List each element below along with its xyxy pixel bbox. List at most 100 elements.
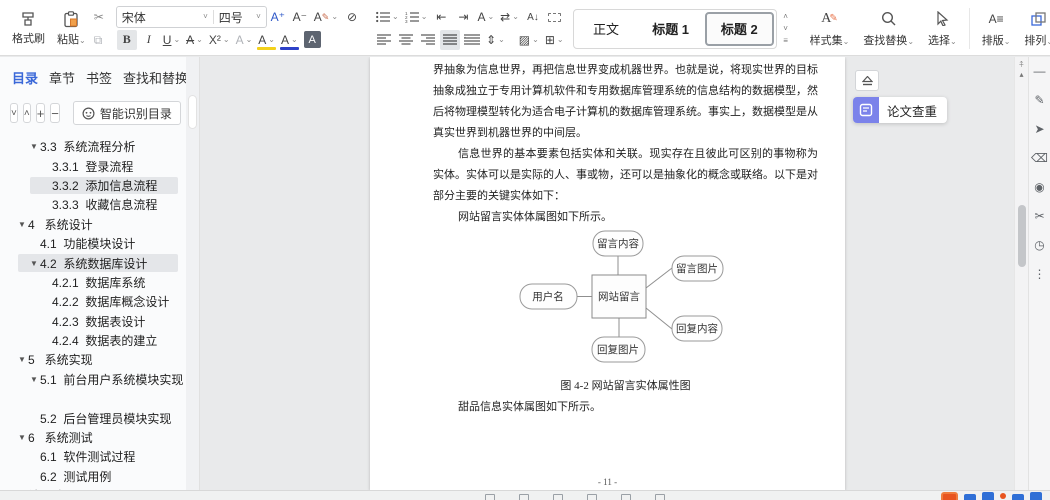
tree-expand-icon[interactable]: ▼ [28, 375, 40, 384]
scroll-to-top-icon[interactable]: ⍏ [1015, 60, 1028, 70]
more-vertical-icon[interactable]: ⋮ [1034, 268, 1046, 280]
sidebar-scrollbar[interactable] [186, 57, 199, 490]
typeset-button[interactable]: A≡ 排版⌄ [975, 4, 1018, 53]
screenshot-icon[interactable]: ✂ [1034, 210, 1044, 222]
tab-find-replace[interactable]: 查找和替换 [123, 68, 186, 87]
increase-indent-button[interactable]: ⇥ [453, 7, 473, 27]
style-normal[interactable]: 正文 [574, 10, 639, 48]
number-list-button[interactable]: 123 ⌄ [403, 7, 430, 27]
paste-button[interactable]: 粘贴⌄ [51, 4, 92, 53]
history-clock-icon[interactable]: ◷ [1034, 239, 1044, 251]
figure-caption[interactable]: 图 4-2 网站留言实体属性图 [433, 376, 818, 397]
outline-item[interactable]: ▼5.1 前台用户系统模块实现 [0, 370, 186, 389]
style-heading2-selected[interactable]: 标题 2 [705, 12, 774, 46]
align-justify-button[interactable] [440, 30, 460, 50]
italic-button[interactable]: I [139, 30, 159, 50]
distribute-button[interactable] [462, 30, 482, 50]
document-scrollbar[interactable]: ⍏ ▴ [1014, 57, 1028, 500]
clear-format-button[interactable]: ⊘ [342, 7, 362, 27]
tree-expand-icon[interactable]: ▼ [28, 142, 40, 151]
mark-button[interactable] [545, 7, 565, 27]
eraser-icon[interactable]: ⌫ [1031, 152, 1048, 164]
grow-font-button[interactable]: A⁺ [268, 7, 288, 27]
outline-item[interactable]: ▼3.3.1 登录流程 [0, 156, 186, 175]
char-shading-button[interactable]: A [302, 30, 323, 50]
line-spacing-button[interactable]: ⇕⌄ [484, 30, 507, 50]
entity-attribute-diagram[interactable]: 留言内容 用户名 留言图片 回复内容 回复图片 网站留言 [370, 228, 845, 374]
zoom-control-icon[interactable] [621, 494, 631, 500]
tree-expand-icon[interactable]: ▼ [16, 220, 28, 229]
pointer-icon[interactable]: ➤ [1034, 123, 1044, 135]
align-center-button[interactable] [396, 30, 416, 50]
tab-catalog[interactable]: 目录 [12, 68, 38, 87]
strikethrough-button[interactable]: A⌄ [184, 30, 205, 50]
gallery-up-button[interactable]: ˄ [779, 11, 793, 22]
tree-expand-icon[interactable]: ▼ [16, 355, 28, 364]
outline-item[interactable]: ▼4.2.4 数据表的建立 [0, 331, 186, 350]
doc-paragraph[interactable]: 界抽象为信息世界，再把信息世界变成机器世界。也就是说，将现实世界的目标抽象成独立… [433, 60, 818, 144]
find-replace-button[interactable]: 查找替换⌄ [856, 4, 921, 53]
web-view-icon[interactable] [587, 494, 597, 500]
outline-item[interactable]: ▼4.2 系统数据库设计 [0, 253, 186, 272]
ai-assistant-icon[interactable]: ◉ [1034, 181, 1044, 193]
scroll-top-icons[interactable]: ⍏ ▴ [1015, 60, 1028, 80]
doc-paragraph[interactable]: 甜品信息实体属图如下所示。 [433, 397, 818, 418]
outline-item[interactable]: ▼3.3 系统流程分析 [0, 137, 186, 156]
outline-item[interactable]: ▼4.2.2 数据库概念设计 [0, 292, 186, 311]
tab-bookmark[interactable]: 书签 [86, 68, 112, 87]
collapse-level-button[interactable]: − [50, 103, 60, 123]
char-effect-button[interactable]: A⌄ [234, 30, 255, 50]
outline-item[interactable]: ▼4.1 功能模块设计 [0, 234, 186, 253]
gallery-down-button[interactable]: ˅ [779, 23, 793, 34]
expand-level-button[interactable]: + [36, 103, 46, 123]
tree-expand-icon[interactable]: ▼ [16, 433, 28, 442]
copy-icon[interactable]: ⧉ [94, 33, 104, 47]
align-left-button[interactable] [374, 30, 394, 50]
bullet-list-button[interactable]: ⌄ [374, 7, 401, 27]
document-page[interactable]: 界抽象为信息世界，再把信息世界变成机器世界。也就是说，将现实世界的目标抽象成独立… [370, 57, 845, 490]
view-mode-icon[interactable] [485, 494, 495, 500]
outline-item[interactable]: ▼6.1 软件测试过程 [0, 447, 186, 466]
outline-item[interactable]: ▼4 系统设计 [0, 215, 186, 234]
convert-button[interactable]: ⇄⌄ [498, 7, 521, 27]
scroll-thumb[interactable] [1018, 205, 1026, 267]
outline-item[interactable]: ▼6 系统测试 [0, 428, 186, 447]
doc-paragraph[interactable]: 网站留言实体体属图如下所示。 [433, 207, 818, 228]
collapse-all-button[interactable]: ˅ [10, 103, 18, 123]
align-right-button[interactable] [418, 30, 438, 50]
outline-view-icon[interactable] [553, 494, 563, 500]
style-set-button[interactable]: A✎ 样式集⌄ [803, 4, 857, 53]
scroll-up-icon[interactable]: ▴ [1015, 70, 1028, 80]
format-painter-button[interactable]: 格式刷 [6, 4, 51, 53]
sort-button[interactable]: A↓ [523, 7, 543, 27]
outline-item[interactable]: ▼5.2 后台管理员模块实现 [0, 408, 186, 427]
gallery-more-button[interactable]: ≡ [779, 35, 793, 46]
superscript-button[interactable]: X²⌄ [207, 30, 232, 50]
cut-icon[interactable]: ✂ [94, 10, 104, 24]
tree-expand-icon[interactable]: ▼ [28, 259, 40, 268]
decrease-indent-button[interactable]: ⇤ [431, 7, 451, 27]
collapse-dock-icon[interactable]: — [1034, 65, 1046, 77]
paper-check-button[interactable]: 论文查重 [853, 97, 947, 123]
doc-paragraph[interactable]: 信息世界的基本要素包括实体和关联。现实存在且彼此可区别的事物称为实体。实体可以是… [433, 144, 818, 207]
outline-item[interactable]: ▼3.3.3 收藏信息流程 [0, 195, 186, 214]
outline-item[interactable]: ▼4.2.3 数据表设计 [0, 312, 186, 331]
shrink-font-button[interactable]: A⁻ [290, 7, 310, 27]
outline-item[interactable]: ▼5 系统实现 [0, 350, 186, 369]
text-direction-button[interactable]: A⌄ [475, 7, 496, 27]
expand-all-button[interactable]: ˄ [23, 103, 31, 123]
collapse-panel-button[interactable] [855, 70, 879, 91]
page-layout-icon[interactable] [519, 494, 529, 500]
smart-catalog-button[interactable]: 智能识别目录 [73, 101, 181, 125]
sidebar-scroll-thumb[interactable] [188, 95, 197, 129]
font-color-button[interactable]: A⌄ [279, 30, 300, 50]
outline-item[interactable]: ▼6.2 测试用例 [0, 467, 186, 486]
font-name-select[interactable]: 宋体˅ [117, 7, 213, 27]
shading-button[interactable]: ▨⌄ [517, 30, 541, 50]
underline-button[interactable]: U⌄ [161, 30, 182, 50]
fit-page-icon[interactable] [655, 494, 665, 500]
arrange-button[interactable]: 排列⌄ [1017, 4, 1050, 53]
style-heading1[interactable]: 标题 1 [638, 10, 703, 48]
bold-button[interactable]: B [117, 30, 137, 50]
tab-chapter[interactable]: 章节 [49, 68, 75, 87]
